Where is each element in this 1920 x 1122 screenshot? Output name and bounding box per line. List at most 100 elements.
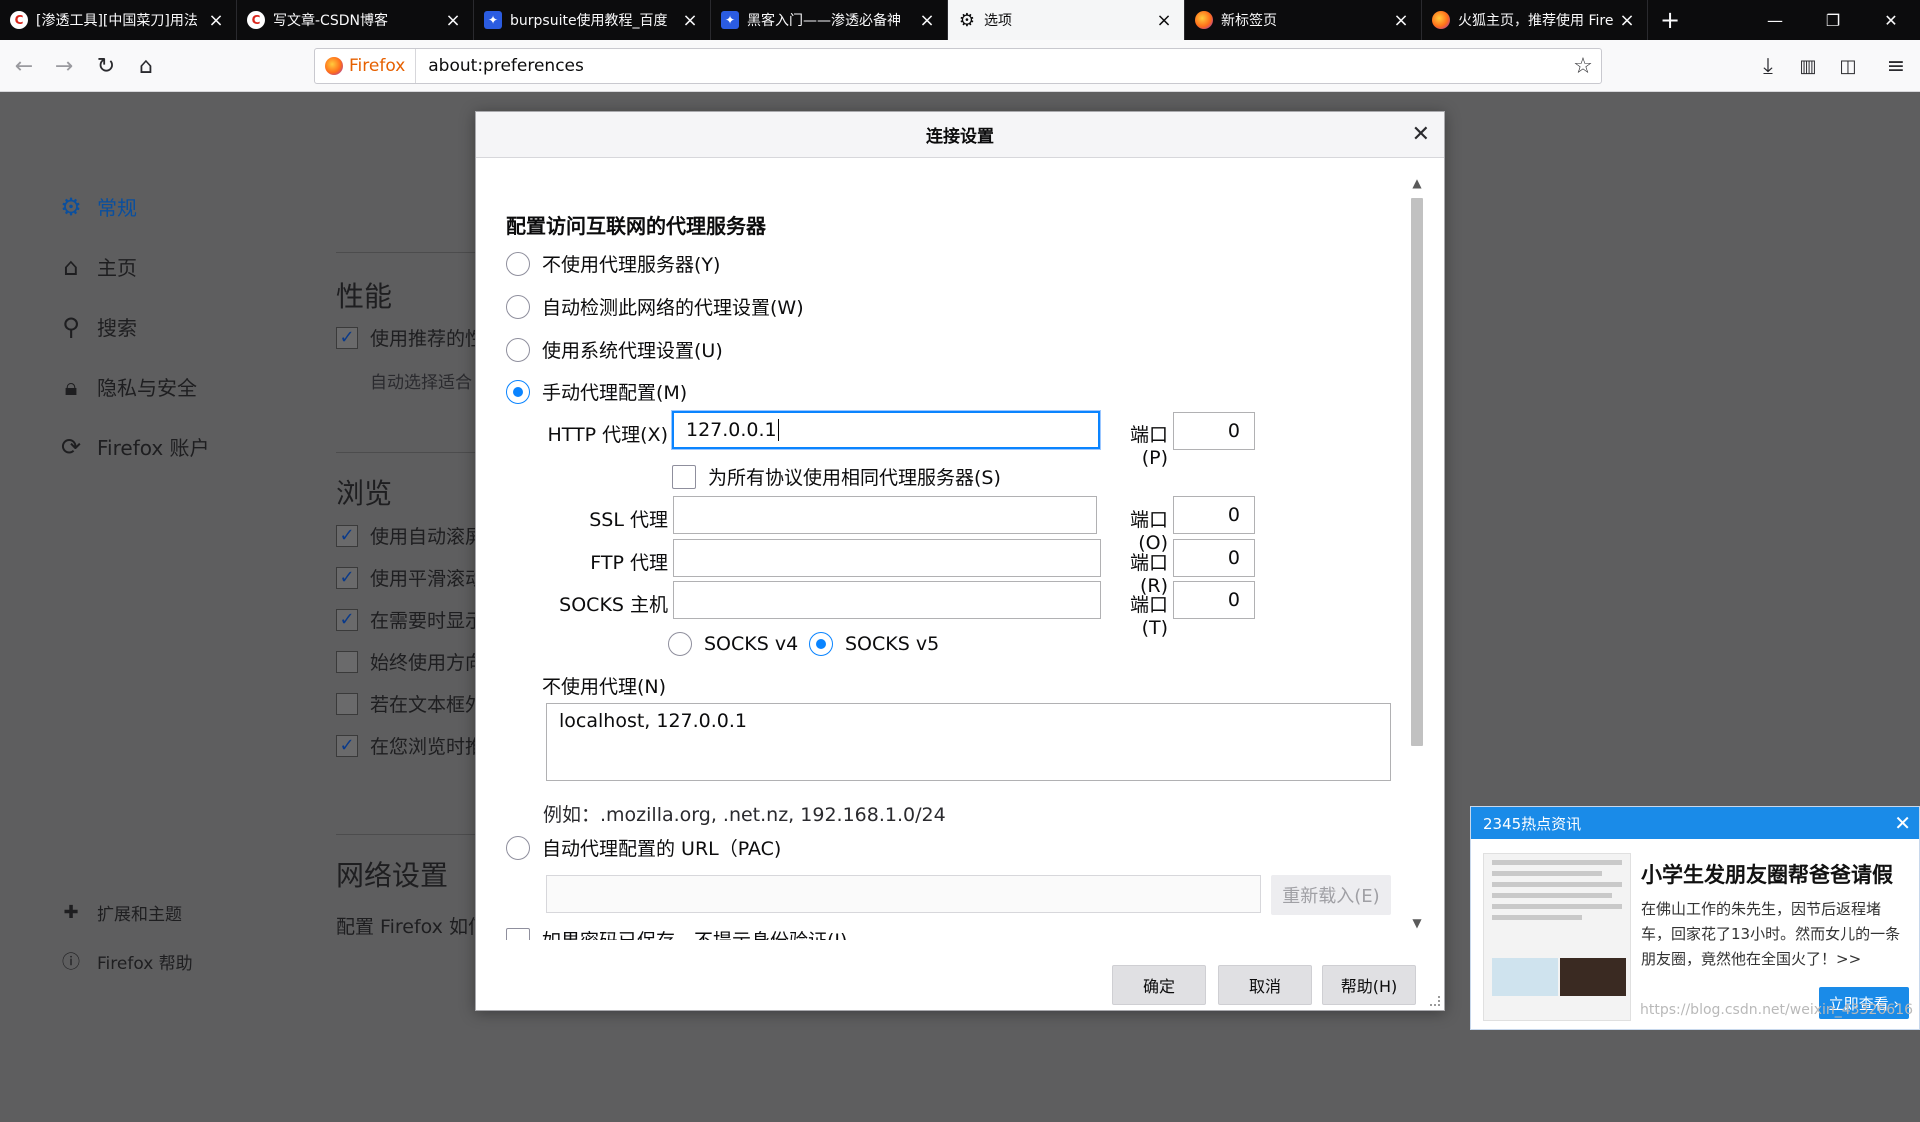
tab-close-icon[interactable]: × <box>1154 10 1174 31</box>
checkbox[interactable] <box>506 927 530 940</box>
ftp-port-input[interactable]: 0 <box>1173 539 1255 577</box>
tab-close-icon[interactable]: × <box>206 10 226 31</box>
radio-button[interactable] <box>506 251 530 276</box>
forward-arrow-icon[interactable]: → <box>48 50 80 82</box>
checkbox-checked[interactable]: ✓ <box>336 566 358 589</box>
url-text[interactable]: about:preferences <box>416 56 1565 76</box>
tab-caidao[interactable]: C [渗透工具][中国菜刀]用法 × <box>0 0 237 40</box>
checkbox-unchecked[interactable] <box>336 650 358 673</box>
scroll-up-icon[interactable]: ▲ <box>1408 176 1426 194</box>
tab-firefox-home[interactable]: 火狐主页，推荐使用 Fire × <box>1422 0 1648 40</box>
popup-text[interactable]: 在佛山工作的朱先生，因节后返程堵车，回家花了13小时。然而女儿的一条朋友圈，竟然… <box>1641 897 1909 972</box>
new-tab-button[interactable]: + <box>1648 0 1692 40</box>
reload-icon[interactable]: ↻ <box>90 50 122 82</box>
radio-no-proxy[interactable]: 不使用代理服务器(Y) <box>506 250 720 277</box>
checkbox-checked[interactable]: ✓ <box>336 326 358 349</box>
pref-row[interactable]: 若在文本框外 <box>336 690 484 717</box>
popup-thumbnail[interactable] <box>1483 853 1631 1021</box>
pref-row[interactable]: ✓ 使用平滑滚动 <box>336 564 484 591</box>
checkbox-checked[interactable]: ✓ <box>336 524 358 547</box>
pac-url-input[interactable] <box>546 875 1261 913</box>
library-icon[interactable]: ▥ <box>1792 50 1824 82</box>
tab-newtab[interactable]: 新标签页 × <box>1185 0 1422 40</box>
pref-row[interactable]: 始终使用方向 <box>336 648 484 675</box>
popup-title[interactable]: 小学生发朋友圈帮爸爸请假 <box>1641 859 1893 889</box>
resize-grip-icon[interactable] <box>1430 996 1440 1006</box>
radio-button[interactable] <box>506 294 530 319</box>
category-search[interactable]: ⚲ 搜索 <box>55 312 137 341</box>
pref-label: 在您浏览时推 <box>370 736 485 758</box>
menu-icon[interactable]: ≡ <box>1880 50 1912 82</box>
url-bar[interactable]: Firefox about:preferences ☆ <box>314 48 1602 84</box>
checkbox-unchecked[interactable] <box>336 692 358 715</box>
dialog-scrollbar[interactable]: ▲ ▼ <box>1408 176 1426 934</box>
tab-close-icon[interactable]: × <box>917 10 937 31</box>
minimize-icon[interactable]: — <box>1746 0 1804 40</box>
no-proxy-textarea[interactable]: localhost, 127.0.0.1 <box>546 703 1391 781</box>
group-title: 配置访问互联网的代理服务器 <box>506 214 766 238</box>
watermark: https://blog.csdn.net/weixin_43326616 <box>1640 1002 1914 1018</box>
radio-socks-v4[interactable]: SOCKS v4 <box>668 632 798 656</box>
radio-button[interactable] <box>506 379 530 404</box>
pref-row[interactable]: ✓ 使用自动滚屏 <box>336 522 484 549</box>
close-icon[interactable]: ✕ <box>1412 122 1430 147</box>
tab-hacker[interactable]: ✦ 黑客入门——渗透必备神 × <box>711 0 948 40</box>
category-home[interactable]: ⌂ 主页 <box>55 252 137 281</box>
ssl-port-input[interactable]: 0 <box>1173 496 1255 534</box>
radio-socks-v5[interactable]: SOCKS v5 <box>809 632 939 656</box>
restore-icon[interactable]: ❐ <box>1804 0 1862 40</box>
close-window-icon[interactable]: ✕ <box>1862 0 1920 40</box>
download-icon[interactable]: ⤓ <box>1752 50 1784 82</box>
identity-box[interactable]: Firefox <box>315 49 417 83</box>
socks-port-input[interactable]: 0 <box>1173 581 1255 619</box>
pref-row[interactable]: ✓ 在需要时显示 <box>336 606 484 633</box>
radio-system-proxy[interactable]: 使用系统代理设置(U) <box>506 336 723 363</box>
tab-close-icon[interactable]: × <box>1617 10 1637 31</box>
scroll-down-icon[interactable]: ▼ <box>1408 916 1426 934</box>
radio-button[interactable] <box>506 835 530 860</box>
tab-options[interactable]: ⚙ 选项 × <box>948 0 1185 40</box>
ssl-proxy-label: SSL 代理 <box>589 509 668 531</box>
category-privacy[interactable]: 🔒︎ 隐私与安全 <box>55 372 197 401</box>
reload-button[interactable]: 重新载入(E) <box>1271 875 1391 915</box>
tab-burpsuite[interactable]: ✦ burpsuite使用教程_百度 × <box>474 0 711 40</box>
help-button[interactable]: 帮助(H) <box>1322 965 1416 1005</box>
same-proxy-checkbox-row[interactable]: 为所有协议使用相同代理服务器(S) <box>672 463 1001 490</box>
checkbox-checked[interactable]: ✓ <box>336 734 358 757</box>
pref-row[interactable]: ✓ 在您浏览时推 <box>336 732 484 759</box>
category-help[interactable]: ⓘ Firefox 帮助 <box>55 948 193 974</box>
radio-button[interactable] <box>506 337 530 362</box>
close-icon[interactable]: ✕ <box>1894 811 1911 835</box>
ok-button[interactable]: 确定 <box>1112 965 1206 1005</box>
category-sync[interactable]: ⟳ Firefox 账户 <box>55 432 210 461</box>
radio-manual-proxy[interactable]: 手动代理配置(M) <box>506 378 687 405</box>
socks-host-input[interactable] <box>673 581 1101 619</box>
scrollbar-thumb[interactable] <box>1411 198 1423 746</box>
ssl-proxy-input[interactable] <box>673 496 1097 534</box>
http-proxy-input[interactable]: 127.0.0.1 <box>672 411 1100 449</box>
ftp-proxy-input[interactable] <box>673 539 1101 577</box>
sidebar-icon[interactable]: ◫ <box>1832 50 1864 82</box>
category-addons[interactable]: ✚ 扩展和主题 <box>55 900 182 925</box>
auth-checkbox-row[interactable]: 如果密码已保存，不提示身份验证(I) <box>506 926 847 940</box>
radio-button[interactable] <box>668 632 692 656</box>
checkbox[interactable] <box>672 464 696 489</box>
bookmark-star-icon[interactable]: ☆ <box>1565 54 1601 79</box>
tab-csdn-write[interactable]: C 写文章-CSDN博客 × <box>237 0 474 40</box>
http-proxy-value: 127.0.0.1 <box>686 419 777 441</box>
radio-label: 自动代理配置的 URL（PAC) <box>542 838 782 860</box>
tab-close-icon[interactable]: × <box>680 10 700 31</box>
http-port-input[interactable]: 0 <box>1173 412 1255 450</box>
radio-button[interactable] <box>809 632 833 656</box>
category-general[interactable]: ⚙ 常规 <box>55 192 137 221</box>
tab-close-icon[interactable]: × <box>443 10 463 31</box>
back-arrow-icon[interactable]: ← <box>8 50 40 82</box>
home-icon[interactable]: ⌂ <box>130 50 162 82</box>
cancel-button[interactable]: 取消 <box>1218 965 1312 1005</box>
tab-close-icon[interactable]: × <box>1391 10 1411 31</box>
radio-auto-detect[interactable]: 自动检测此网络的代理设置(W) <box>506 293 804 320</box>
thumb-text-line <box>1492 860 1622 865</box>
pref-row[interactable]: ✓ 使用推荐的性 <box>336 324 484 351</box>
radio-pac-url[interactable]: 自动代理配置的 URL（PAC) <box>506 834 781 861</box>
checkbox-checked[interactable]: ✓ <box>336 608 358 631</box>
